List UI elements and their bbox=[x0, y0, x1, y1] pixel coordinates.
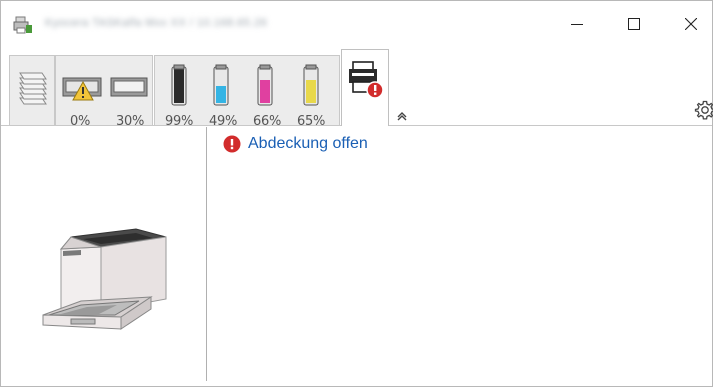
close-button[interactable] bbox=[668, 9, 713, 39]
collapse-chevron-icon[interactable] bbox=[395, 109, 409, 121]
paper-stack-icon bbox=[19, 72, 47, 105]
toner-magenta-icon bbox=[257, 64, 273, 106]
settings-gear-icon[interactable] bbox=[694, 99, 713, 121]
toner-level-cyan: 49% bbox=[209, 114, 237, 129]
window-title: Kyocera TASKalfa Mxx XX / 10.168.65.26 bbox=[45, 17, 268, 29]
minimize-button[interactable] bbox=[554, 9, 600, 39]
printer-app-icon bbox=[13, 16, 32, 34]
close-icon bbox=[685, 18, 697, 30]
status-message-row[interactable]: Abdeckung offen bbox=[223, 133, 368, 155]
toner-level-magenta: 66% bbox=[253, 114, 281, 129]
status-toolbar: 0% 30% 99% 49% 66% 65% bbox=[1, 47, 713, 129]
minimize-icon bbox=[571, 24, 583, 25]
tab-device-status[interactable] bbox=[341, 49, 389, 126]
tab-paper[interactable] bbox=[9, 55, 55, 125]
pane-divider[interactable] bbox=[206, 127, 207, 381]
status-monitor-window: Kyocera TASKalfa Mxx XX / 10.168.65.26 0… bbox=[0, 0, 713, 387]
error-icon bbox=[223, 135, 241, 153]
toner-yellow-icon bbox=[303, 64, 319, 106]
maximize-icon bbox=[628, 18, 640, 30]
toner-level-yellow: 65% bbox=[297, 114, 325, 129]
printer-image bbox=[42, 228, 167, 330]
title-bar[interactable]: Kyocera TASKalfa Mxx XX / 10.168.65.26 bbox=[1, 1, 712, 47]
tab-toner[interactable]: 99% 49% 66% 65% bbox=[154, 55, 340, 129]
printer-image-pane bbox=[9, 127, 207, 381]
printer-error-icon bbox=[349, 61, 384, 99]
status-message-link[interactable]: Abdeckung offen bbox=[248, 135, 368, 153]
toner-black-icon bbox=[171, 64, 187, 106]
tab-trays[interactable]: 0% 30% bbox=[55, 55, 153, 129]
toner-cyan-icon bbox=[213, 64, 229, 106]
maximize-button[interactable] bbox=[611, 9, 657, 39]
tray-empty-warning-icon bbox=[62, 77, 102, 101]
tray-icon bbox=[110, 77, 148, 97]
